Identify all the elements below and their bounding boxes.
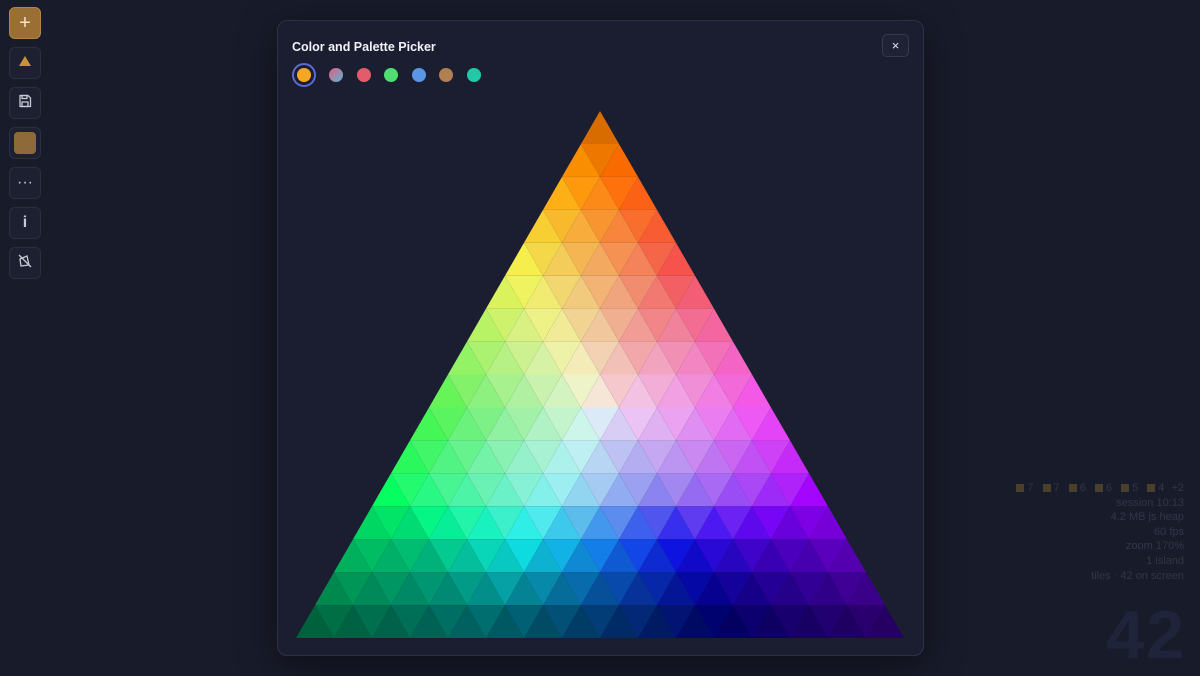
legend-value: 7: [1027, 482, 1034, 494]
legend-value: +2: [1171, 482, 1184, 494]
color-picker-dialog: Color and Palette Picker ×: [277, 20, 924, 656]
tile-count: 42: [1106, 597, 1186, 673]
info-icon: i: [22, 214, 28, 231]
heap-stat: 4.2 MB js heap: [1110, 511, 1184, 524]
legend-value: 6: [1079, 482, 1086, 494]
fps-stat: 60 fps: [1154, 525, 1184, 538]
more-button[interactable]: ···: [9, 167, 41, 199]
plus-icon: +: [19, 11, 31, 34]
session-stat: session 10:13: [1116, 496, 1184, 509]
current-color-swatch: [14, 132, 36, 154]
debug-stats: 7 7 6 6 5 4 +2 session 10:13 4.2 MB js h…: [1010, 481, 1184, 583]
save-button[interactable]: [9, 87, 41, 119]
legend-value: 7: [1053, 482, 1060, 494]
color-triangle[interactable]: [278, 21, 925, 657]
island-stat: 1 island: [1146, 554, 1184, 567]
tiles-stat: tiles · 42 on screen: [1091, 569, 1184, 582]
hide-button[interactable]: [9, 247, 41, 279]
toolbar: + ··· i: [9, 7, 41, 287]
no-brush-icon: [17, 253, 33, 274]
shape-button[interactable]: [9, 47, 41, 79]
more-icon: ···: [17, 174, 33, 191]
info-button[interactable]: i: [9, 207, 41, 239]
legend-value: 5: [1132, 482, 1139, 494]
add-button[interactable]: +: [9, 7, 41, 39]
legend-value: 4: [1158, 482, 1165, 494]
tile-legend: 7 7 6 6 5 4 +2: [1010, 481, 1184, 496]
save-icon: [18, 94, 32, 113]
color-swatch-button[interactable]: [9, 127, 41, 159]
zoom-stat: zoom 170%: [1125, 540, 1184, 553]
triangle-icon: [18, 54, 32, 72]
color-cell[interactable]: [581, 111, 619, 144]
legend-value: 6: [1105, 482, 1113, 494]
